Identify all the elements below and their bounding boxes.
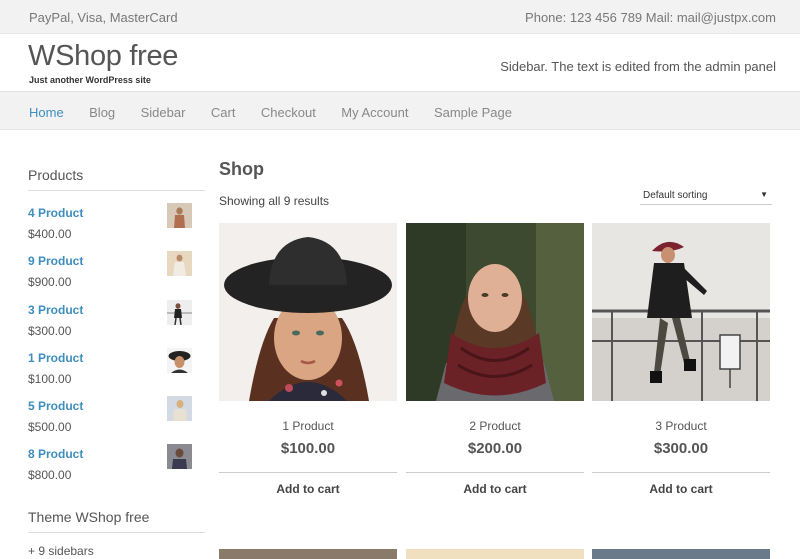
sidebar-product-item: 4 Product $400.00 [28, 203, 205, 252]
product-thumbnail[interactable] [167, 251, 192, 277]
sidebar-product-price: $300.00 [28, 323, 72, 338]
add-to-cart-button[interactable]: Add to cart [592, 482, 770, 496]
sidebar-product-price: $100.00 [28, 371, 72, 386]
main-navigation: Home Blog Sidebar Cart Checkout My Accou… [0, 91, 800, 130]
nav-item-sample-page[interactable]: Sample Page [434, 105, 512, 120]
sidebar-product-price: $500.00 [28, 420, 72, 435]
product-card: 3 Product $300.00 Add to cart [592, 223, 770, 496]
sorting-select[interactable]: Default sorting ▼ [640, 190, 772, 205]
product-image[interactable] [592, 549, 770, 559]
sidebar-product-item: 9 Product $900.00 [28, 251, 205, 300]
product-image[interactable] [592, 223, 770, 401]
product-name[interactable]: 1 Product [219, 419, 397, 433]
products-widget-title: Products [28, 167, 205, 191]
divider [592, 472, 770, 473]
header-sidebar-text: Sidebar. The text is edited from the adm… [500, 59, 776, 74]
sidebar-product-name[interactable]: 8 Product [28, 447, 83, 461]
dropdown-arrow-icon: ▼ [760, 190, 768, 199]
product-thumbnail[interactable] [167, 203, 192, 228]
product-thumbnail[interactable] [167, 299, 192, 325]
sidebar-product-price: $800.00 [28, 468, 72, 483]
nav-item-cart[interactable]: Cart [211, 105, 236, 120]
product-name[interactable]: 2 Product [406, 419, 584, 433]
sidebar-product-name[interactable]: 5 Product [28, 399, 83, 413]
nav-item-checkout[interactable]: Checkout [261, 105, 316, 120]
page-title: Shop [219, 159, 264, 179]
top-bar: PayPal, Visa, MasterCard Phone: 123 456 … [0, 0, 800, 34]
sidebar-product-name[interactable]: 9 Product [28, 254, 83, 268]
sidebar-product-name[interactable]: 4 Product [28, 206, 83, 220]
add-to-cart-button[interactable]: Add to cart [219, 482, 397, 496]
site-header: WShop free Just another WordPress site S… [0, 34, 800, 91]
theme-widget-title: Theme WShop free [28, 509, 205, 533]
contact-info-text: Phone: 123 456 789 Mail: mail@justpx.com [525, 10, 776, 25]
product-card: 1 Product $100.00 Add to cart [219, 223, 397, 496]
product-name[interactable]: 3 Product [592, 419, 770, 433]
product-card: 2 Product $200.00 Add to cart [406, 223, 584, 496]
site-title[interactable]: WShop free [28, 40, 178, 73]
divider [219, 472, 397, 473]
product-image[interactable] [219, 223, 397, 401]
nav-item-home[interactable]: Home [29, 105, 64, 120]
product-image[interactable] [406, 549, 584, 559]
product-thumbnail[interactable] [167, 396, 192, 422]
product-thumbnail[interactable] [167, 347, 192, 373]
sidebar-product-item: 8 Product $800.00 [28, 444, 205, 493]
product-price: $100.00 [280, 440, 336, 457]
result-count: Showing all 9 results [219, 194, 330, 208]
product-price: $200.00 [467, 440, 523, 457]
divider [406, 472, 584, 473]
payment-methods-text: PayPal, Visa, MasterCard [29, 10, 178, 25]
sidebar-product-list: 4 Product $400.00 9 Product $900.00 3 Pr… [28, 203, 205, 494]
product-thumbnail[interactable] [167, 444, 192, 470]
sidebar-product-name[interactable]: 3 Product [28, 303, 83, 317]
site-tagline: Just another WordPress site [29, 75, 151, 85]
theme-widget-text: + 9 sidebars [28, 544, 94, 558]
nav-item-blog[interactable]: Blog [89, 105, 115, 120]
sidebar-product-item: 5 Product $500.00 [28, 396, 205, 445]
sidebar-product-name[interactable]: 1 Product [28, 351, 83, 365]
product-image[interactable] [406, 223, 584, 401]
sidebar-product-item: 3 Product $300.00 [28, 299, 205, 349]
add-to-cart-button[interactable]: Add to cart [406, 482, 584, 496]
sidebar-product-price: $400.00 [28, 227, 72, 241]
sidebar-product-item: 1 Product $100.00 [28, 347, 205, 397]
product-image[interactable] [219, 549, 397, 559]
nav-item-sidebar[interactable]: Sidebar [141, 105, 186, 120]
sorting-select-value: Default sorting [643, 190, 708, 201]
sidebar-product-price: $900.00 [28, 275, 72, 290]
nav-item-my-account[interactable]: My Account [341, 105, 408, 120]
product-price: $300.00 [653, 440, 709, 457]
